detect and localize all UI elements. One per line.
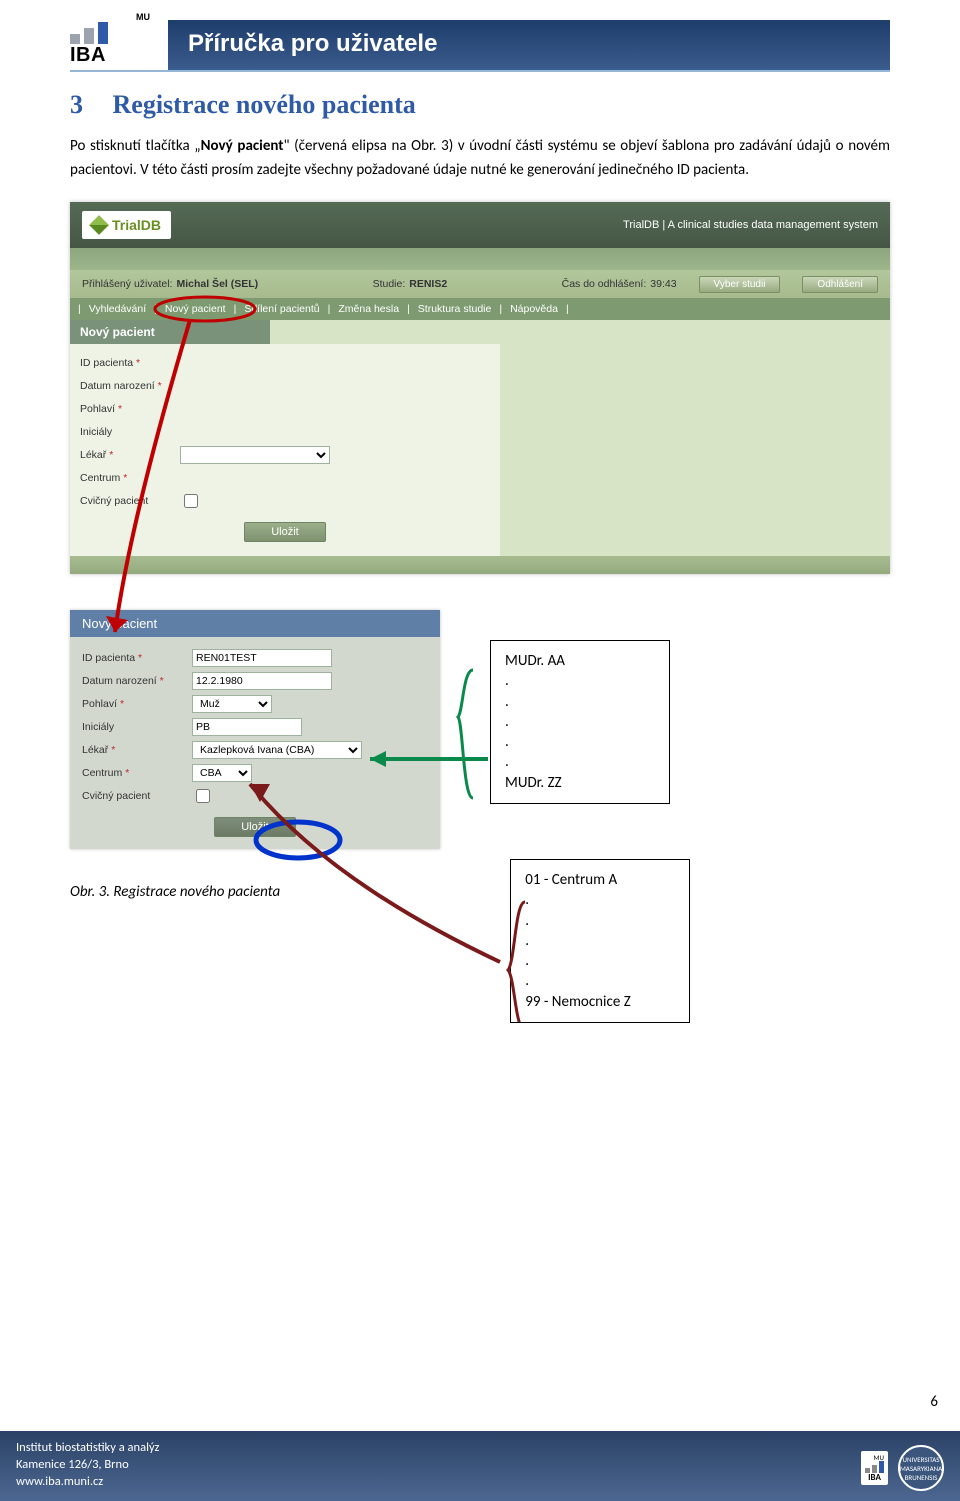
training-checkbox-2[interactable]	[196, 789, 210, 803]
nav-new-patient[interactable]: Nový pacient	[161, 303, 230, 315]
caption-row: Obr. 3. Registrace nového pacienta 01 - …	[70, 859, 890, 1023]
dob-input[interactable]	[192, 672, 332, 690]
row2-center: Centrum * CBA	[82, 763, 428, 783]
form-footer-bar	[70, 556, 890, 574]
center-select[interactable]: CBA	[192, 764, 252, 782]
logo-mu-text: MU	[70, 12, 150, 22]
initials-input[interactable]	[192, 718, 302, 736]
doctor-callout: MUDr. AA . . . . . MUDr. ZZ	[490, 640, 670, 804]
label-initials: Iniciály	[80, 426, 180, 438]
info-study-value: RENIS2	[409, 278, 447, 290]
section-title: Registrace nového pacienta	[113, 90, 416, 119]
label-dob: Datum narození *	[80, 380, 180, 392]
doc-title: Příručka pro uživatele	[168, 20, 890, 70]
row2-dob: Datum narození *	[82, 671, 428, 691]
header-underline	[70, 70, 890, 72]
row-doctor: Lékař *	[80, 445, 490, 465]
filled-screenshot-area: Nový pacient ID pacienta * Datum narozen…	[70, 610, 890, 849]
screenshot-main: TrialDB TrialDB | A clinical studies dat…	[70, 202, 890, 574]
logo-bars-icon	[70, 22, 150, 44]
footer-logos: MU IBA UNIVERSITAS MASARYKIANA BRUNENSIS	[861, 1445, 944, 1491]
patient-form-filled: ID pacienta * Datum narození * Pohlaví *…	[70, 637, 440, 849]
info-time-label: Čas do odhlášení:	[562, 278, 647, 290]
nav-help[interactable]: Nápověda	[506, 303, 562, 315]
label2-doctor: Lékař *	[82, 744, 192, 756]
intro-paragraph: Po stisknutí tlačítka „Nový pacient" (če…	[70, 134, 890, 182]
section-number: 3	[70, 90, 106, 120]
info-user-value: Michal Šel (SEL)	[176, 278, 258, 290]
figure-caption: Obr. 3. Registrace nového pacienta	[70, 883, 280, 901]
row-sex: Pohlaví *	[80, 399, 490, 419]
panel-title-filled: Nový pacient	[70, 610, 440, 637]
diamond-icon	[89, 215, 109, 235]
doc-header: MU IBA Příručka pro uživatele	[70, 0, 890, 70]
info-user-label: Přihlášený uživatel:	[82, 278, 172, 290]
label2-id: ID pacienta *	[82, 652, 192, 664]
page-number: 6	[930, 1393, 938, 1411]
iba-logo: MU IBA	[70, 12, 150, 70]
label-center: Centrum *	[80, 472, 180, 484]
row-initials: Iniciály	[80, 422, 490, 442]
doctor-last: MUDr. ZZ	[505, 773, 655, 793]
row2-doctor: Lékař * Kazlepková Ivana (CBA)	[82, 740, 428, 760]
row-dob: Datum narození *	[80, 376, 490, 396]
logo-iba-text: IBA	[70, 44, 150, 67]
label2-center: Centrum *	[82, 767, 192, 779]
figure-area: TrialDB TrialDB | A clinical studies dat…	[70, 202, 890, 1023]
label2-training: Cvičný pacient	[82, 790, 192, 802]
save-button[interactable]: Uložit	[244, 522, 326, 542]
app-body: Nový pacient ID pacienta * Datum narozen…	[70, 320, 890, 574]
app-nav: |Vyhledávání| Nový pacient| Sdílení paci…	[70, 298, 890, 320]
doctor-select-empty[interactable]	[180, 446, 330, 464]
doctor-first: MUDr. AA	[505, 651, 655, 671]
doctor-select[interactable]: Kazlepková Ivana (CBA)	[192, 741, 362, 759]
footer-text: Institut biostatistiky a analýz Kamenice…	[16, 1440, 159, 1491]
row2-training: Cvičný pacient	[82, 786, 428, 806]
nav-search[interactable]: Vyhledávání	[85, 303, 150, 315]
topbar-spacer	[70, 248, 890, 270]
trialdb-logo: TrialDB	[82, 211, 171, 239]
center-first: 01 - Centrum A	[525, 870, 675, 890]
sex-select[interactable]: Muž	[192, 695, 272, 713]
center-last: 99 - Nemocnice Z	[525, 992, 675, 1012]
row2-id: ID pacienta *	[82, 648, 428, 668]
section-heading: 3 Registrace nového pacienta	[70, 90, 890, 120]
page-footer: 6 Institut biostatistiky a analýz Kameni…	[0, 1431, 960, 1501]
nav-share[interactable]: Sdílení pacientů	[240, 303, 323, 315]
nav-structure[interactable]: Struktura studie	[414, 303, 496, 315]
panel-title: Nový pacient	[70, 320, 270, 344]
label-sex: Pohlaví *	[80, 403, 180, 415]
id-input[interactable]	[192, 649, 332, 667]
label-training: Cvičný pacient	[80, 495, 180, 507]
nav-password[interactable]: Změna hesla	[334, 303, 403, 315]
label-doctor: Lékař *	[80, 449, 180, 461]
row-training: Cvičný pacient	[80, 491, 490, 511]
row2-initials: Iniciály	[82, 717, 428, 737]
label2-sex: Pohlaví *	[82, 698, 192, 710]
select-study-button[interactable]: Vyber studii	[699, 276, 781, 293]
row2-sex: Pohlaví * Muž	[82, 694, 428, 714]
info-time-value: 39:43	[650, 278, 676, 290]
logout-button[interactable]: Odhlášení	[802, 276, 878, 293]
save-button-filled[interactable]: Uložit	[214, 817, 296, 837]
label2-dob: Datum narození *	[82, 675, 192, 687]
label-id: ID pacienta *	[80, 357, 180, 369]
screenshot-filled: Nový pacient ID pacienta * Datum narozen…	[70, 610, 440, 849]
training-checkbox[interactable]	[184, 494, 198, 508]
app-topbar: TrialDB TrialDB | A clinical studies dat…	[70, 202, 890, 248]
footer-iba-logo: MU IBA	[861, 1451, 888, 1485]
patient-form: ID pacienta * Datum narození * Pohlaví *…	[70, 344, 500, 556]
info-study-label: Studie:	[373, 278, 406, 290]
row-center: Centrum *	[80, 468, 490, 488]
center-callout: 01 - Centrum A . . . . . 99 - Nemocnice …	[510, 859, 690, 1023]
footer-university-seal-icon: UNIVERSITAS MASARYKIANA BRUNENSIS	[898, 1445, 944, 1491]
info-bar: Přihlášený uživatel: Michal Šel (SEL) St…	[70, 270, 890, 298]
row-id: ID pacienta *	[80, 353, 490, 373]
label2-initials: Iniciály	[82, 721, 192, 733]
app-tagline: TrialDB | A clinical studies data manage…	[623, 219, 878, 231]
